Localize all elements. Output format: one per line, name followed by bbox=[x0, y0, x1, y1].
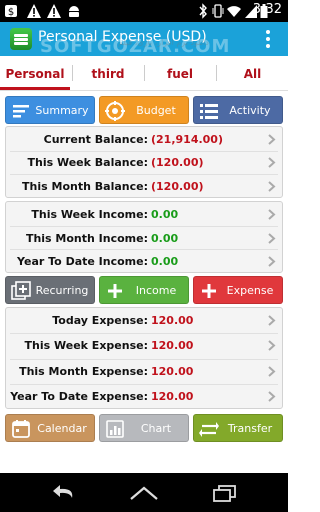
summary-button[interactable]: Summary bbox=[5, 96, 95, 124]
tab-personal[interactable]: Personal bbox=[0, 56, 70, 90]
activity-button[interactable]: Activity bbox=[193, 96, 283, 124]
target-icon bbox=[105, 101, 125, 121]
budget-button[interactable]: Budget bbox=[99, 96, 189, 124]
balance-card: Current Balance: (21,914.00) This Week B… bbox=[5, 126, 283, 198]
overflow-menu-icon[interactable] bbox=[266, 30, 270, 48]
watermark-subtitle: دانلود نرم افزار، بازی، فیلم bbox=[118, 38, 209, 47]
chevron-right-icon bbox=[268, 233, 276, 244]
calendar-button[interactable]: Calendar bbox=[5, 414, 95, 442]
top-button-row: Summary Budget Activity bbox=[5, 96, 283, 124]
recent-apps-icon[interactable] bbox=[210, 483, 238, 503]
chevron-right-icon bbox=[268, 181, 276, 192]
navigation-bar bbox=[0, 473, 288, 512]
income-row[interactable]: This Week Income: 0.00 bbox=[6, 202, 282, 227]
chevron-right-icon bbox=[268, 157, 276, 168]
tab-all[interactable]: All bbox=[217, 56, 288, 90]
balance-row[interactable]: This Week Balance: (120.00) bbox=[6, 150, 282, 175]
chevron-right-icon bbox=[268, 340, 276, 351]
balance-row[interactable]: Current Balance: (21,914.00) bbox=[6, 127, 282, 152]
vibrate-icon bbox=[212, 4, 224, 18]
balance-row[interactable]: This Month Balance: (120.00) bbox=[6, 174, 282, 199]
warning-icon bbox=[27, 4, 41, 18]
bottom-button-row: Calendar Chart Transfer bbox=[5, 414, 283, 442]
recurring-button[interactable]: Recurring bbox=[5, 276, 95, 304]
status-bar: $ 3:32 bbox=[0, 0, 288, 22]
income-row[interactable]: This Month Income: 0.00 bbox=[6, 226, 282, 251]
expense-button[interactable]: Expense bbox=[193, 276, 283, 304]
expense-row[interactable]: This Month Expense: 120.00 bbox=[6, 359, 282, 384]
expense-card: Today Expense: 120.00 This Week Expense:… bbox=[5, 307, 283, 409]
plus-icon bbox=[108, 284, 122, 298]
expense-row[interactable]: Year To Date Expense: 120.00 bbox=[6, 384, 282, 409]
mid-button-row: Recurring Income Expense bbox=[5, 276, 283, 304]
chevron-right-icon bbox=[268, 366, 276, 377]
add-box-icon bbox=[11, 281, 31, 300]
calendar-icon bbox=[12, 420, 30, 438]
tab-bar: Personal third fuel All bbox=[0, 56, 288, 91]
home-icon[interactable] bbox=[128, 483, 160, 503]
income-row[interactable]: Year To Date Income: 0.00 bbox=[6, 249, 282, 274]
bluetooth-icon bbox=[199, 3, 207, 19]
svg-text:$: $ bbox=[8, 7, 14, 18]
chart-icon bbox=[106, 420, 124, 438]
list-icon bbox=[13, 105, 29, 118]
clock: 3:32 bbox=[252, 2, 282, 17]
chevron-right-icon bbox=[268, 134, 276, 145]
app-logo-icon[interactable] bbox=[10, 28, 32, 50]
warning-icon bbox=[47, 4, 61, 18]
income-button[interactable]: Income bbox=[99, 276, 189, 304]
chevron-right-icon bbox=[268, 391, 276, 402]
expense-row[interactable]: Today Expense: 120.00 bbox=[6, 308, 282, 333]
chevron-right-icon bbox=[268, 209, 276, 220]
tab-third[interactable]: third bbox=[73, 56, 143, 90]
transfer-button[interactable]: Transfer bbox=[193, 414, 283, 442]
dollar-icon: $ bbox=[5, 5, 17, 18]
income-card: This Week Income: 0.00 This Month Income… bbox=[5, 201, 283, 273]
transfer-icon bbox=[199, 422, 219, 437]
plus-icon bbox=[202, 284, 216, 298]
expense-row[interactable]: This Week Expense: 120.00 bbox=[6, 333, 282, 358]
list-icon bbox=[200, 104, 218, 119]
chart-button[interactable]: Chart bbox=[99, 414, 189, 442]
back-icon[interactable] bbox=[50, 483, 78, 503]
tab-fuel[interactable]: fuel bbox=[145, 56, 215, 90]
wifi-icon bbox=[227, 6, 241, 17]
chevron-right-icon bbox=[268, 315, 276, 326]
android-icon bbox=[69, 6, 79, 17]
chevron-right-icon bbox=[268, 256, 276, 267]
